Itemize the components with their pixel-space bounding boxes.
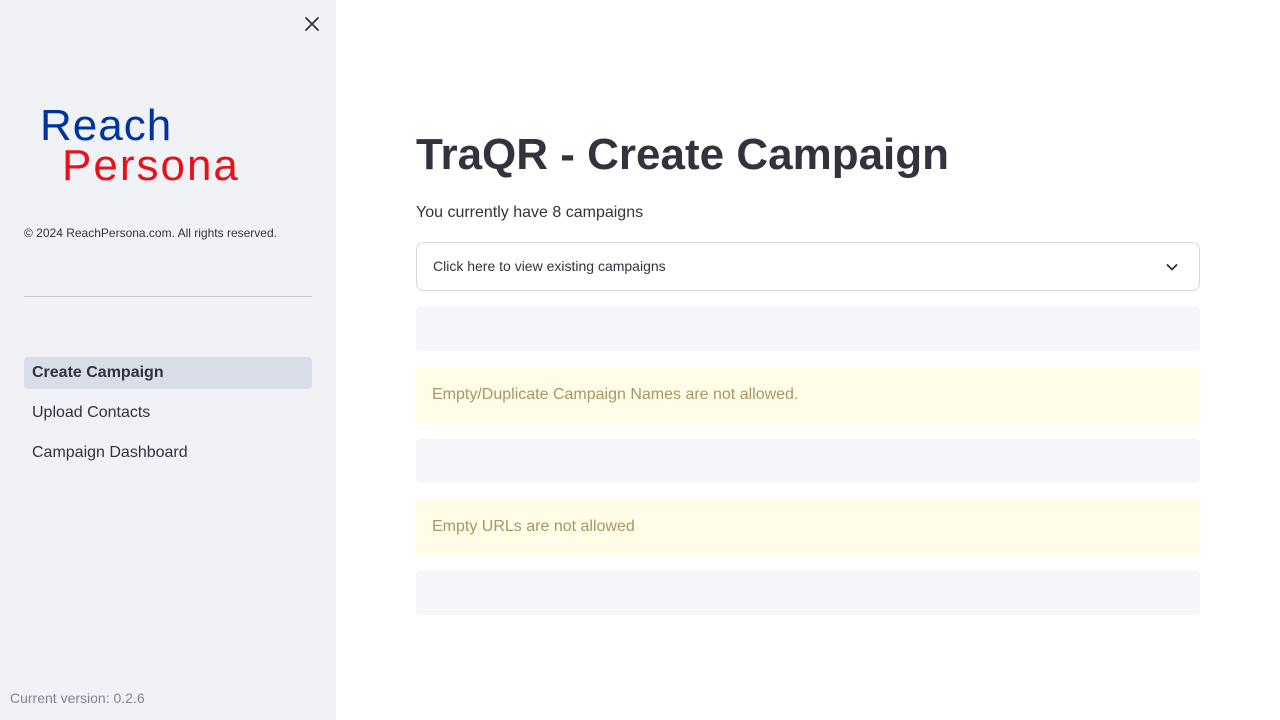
- nav-item-create-campaign[interactable]: Create Campaign: [24, 357, 312, 389]
- empty-content-block: [416, 571, 1200, 615]
- page-title: TraQR - Create Campaign: [416, 130, 950, 179]
- nav-item-upload-contacts[interactable]: Upload Contacts: [24, 397, 312, 429]
- logo-line-persona: Persona: [62, 141, 240, 186]
- app-window: Reach Persona © 2024 ReachPersona.com. A…: [0, 0, 1280, 720]
- chevron-down-icon: [1166, 264, 1178, 271]
- existing-campaigns-expander[interactable]: Click here to view existing campaigns: [416, 242, 1200, 291]
- campaign-count-text: You currently have 8 campaigns: [416, 204, 644, 221]
- campaign-name-warning: Empty/Duplicate Campaign Names are not a…: [416, 367, 1200, 423]
- close-icon: [305, 17, 319, 31]
- sidebar-divider: [24, 296, 312, 297]
- empty-content-block: [416, 307, 1200, 351]
- close-sidebar-button[interactable]: [300, 12, 324, 36]
- version-text: Current version: 0.2.6: [10, 690, 145, 706]
- url-warning: Empty URLs are not allowed: [416, 499, 1200, 555]
- nav-item-campaign-dashboard[interactable]: Campaign Dashboard: [24, 437, 312, 469]
- expander-label: Click here to view existing campaigns: [433, 258, 666, 274]
- sidebar: Reach Persona © 2024 ReachPersona.com. A…: [0, 0, 336, 720]
- copyright-text: © 2024 ReachPersona.com. All rights rese…: [24, 226, 277, 240]
- sidebar-nav: Create Campaign Upload Contacts Campaign…: [24, 357, 312, 477]
- reachpersona-logo: Reach Persona: [40, 102, 240, 186]
- empty-content-block: [416, 439, 1200, 483]
